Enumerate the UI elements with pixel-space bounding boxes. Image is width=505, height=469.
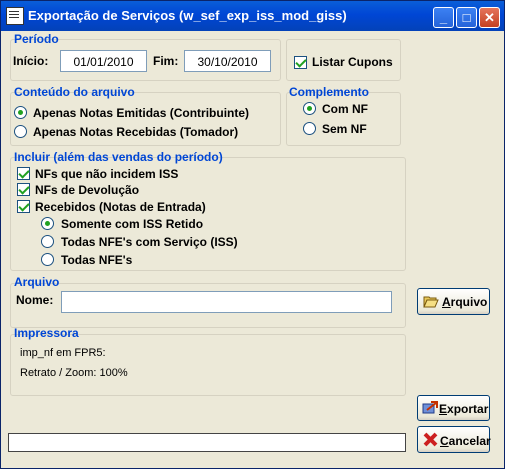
radio-notas-emitidas[interactable] <box>14 106 27 119</box>
radio-com-nf[interactable] <box>303 102 316 115</box>
fim-label: Fim: <box>153 54 179 68</box>
close-button[interactable]: ✕ <box>479 7 500 28</box>
impressora-zoom: Retrato / Zoom: 100% <box>20 367 128 379</box>
maximize-button[interactable]: □ <box>456 7 477 28</box>
nome-field[interactable] <box>61 291 392 313</box>
impressora-title: Impressora <box>14 326 79 340</box>
export-window: Exportação de Serviços (w_sef_exp_iss_mo… <box>0 0 505 469</box>
fim-field[interactable]: 30/10/2010 <box>184 50 271 72</box>
listar-cupons-checkbox[interactable] <box>294 56 307 69</box>
cancel-icon <box>423 432 438 447</box>
folder-open-icon <box>423 296 439 308</box>
exportar-button-label: Exportar <box>439 402 489 416</box>
todas-nfe-servico-label: Todas NFE's com Serviço (ISS) <box>61 235 238 249</box>
arquivo-button-label: Arquivo <box>442 295 488 309</box>
inicio-label: Início: <box>13 54 49 68</box>
listar-cupons-label: Listar Cupons <box>312 55 393 69</box>
close-icon: ✕ <box>484 10 495 25</box>
notas-emitidas-label: Apenas Notas Emitidas (Contribuinte) <box>33 106 250 120</box>
radio-somente-iss-retido[interactable] <box>41 217 54 230</box>
title-bar[interactable]: Exportação de Serviços (w_sef_exp_iss_mo… <box>1 1 504 31</box>
export-icon <box>422 401 438 414</box>
check-nao-incidem-iss[interactable] <box>17 167 30 180</box>
maximize-icon: □ <box>462 10 471 25</box>
sem-nf-label: Sem NF <box>322 122 367 136</box>
recebidos-label: Recebidos (Notas de Entrada) <box>35 200 206 214</box>
radio-todas-nfe[interactable] <box>41 253 54 266</box>
impressora-group <box>10 334 406 396</box>
check-nfs-devolucao[interactable] <box>17 183 30 196</box>
somente-iss-retido-label: Somente com ISS Retido <box>61 217 204 231</box>
inicio-field[interactable]: 01/01/2010 <box>60 50 147 72</box>
minimize-button[interactable]: _ <box>433 7 454 28</box>
complemento-group <box>286 92 401 146</box>
status-bar <box>8 433 406 452</box>
check-recebidos[interactable] <box>17 200 30 213</box>
app-icon <box>6 7 24 25</box>
arquivo-button[interactable]: Arquivo <box>417 288 490 315</box>
incluir-title: Incluir (além das vendas do período) <box>14 150 223 164</box>
nfs-devolucao-label: NFs de Devolução <box>35 183 140 197</box>
cancelar-button[interactable]: Cancelar <box>417 426 491 453</box>
minimize-icon: _ <box>439 10 448 25</box>
exportar-button[interactable]: Exportar <box>417 395 490 421</box>
radio-sem-nf[interactable] <box>303 122 316 135</box>
radio-todas-nfe-servico[interactable] <box>41 235 54 248</box>
dialog-body: Período Início: 01/01/2010 Fim: 30/10/20… <box>5 31 500 465</box>
arquivo-title: Arquivo <box>14 275 60 289</box>
com-nf-label: Com NF <box>322 102 368 116</box>
notas-recebidas-label: Apenas Notas Recebidas (Tomador) <box>33 125 239 139</box>
nome-label: Nome: <box>16 293 54 307</box>
todas-nfe-label: Todas NFE's <box>61 253 133 267</box>
window-title: Exportação de Serviços (w_sef_exp_iss_mo… <box>28 8 347 23</box>
radio-notas-recebidas[interactable] <box>14 125 27 138</box>
cancelar-button-label: Cancelar <box>440 434 491 448</box>
conteudo-title: Conteúdo do arquivo <box>14 85 135 99</box>
periodo-title: Período <box>14 32 59 46</box>
nao-incidem-iss-label: NFs que não incidem ISS <box>35 167 179 181</box>
complemento-title: Complemento <box>289 85 370 99</box>
impressora-name: imp_nf em FPR5: <box>20 347 106 359</box>
